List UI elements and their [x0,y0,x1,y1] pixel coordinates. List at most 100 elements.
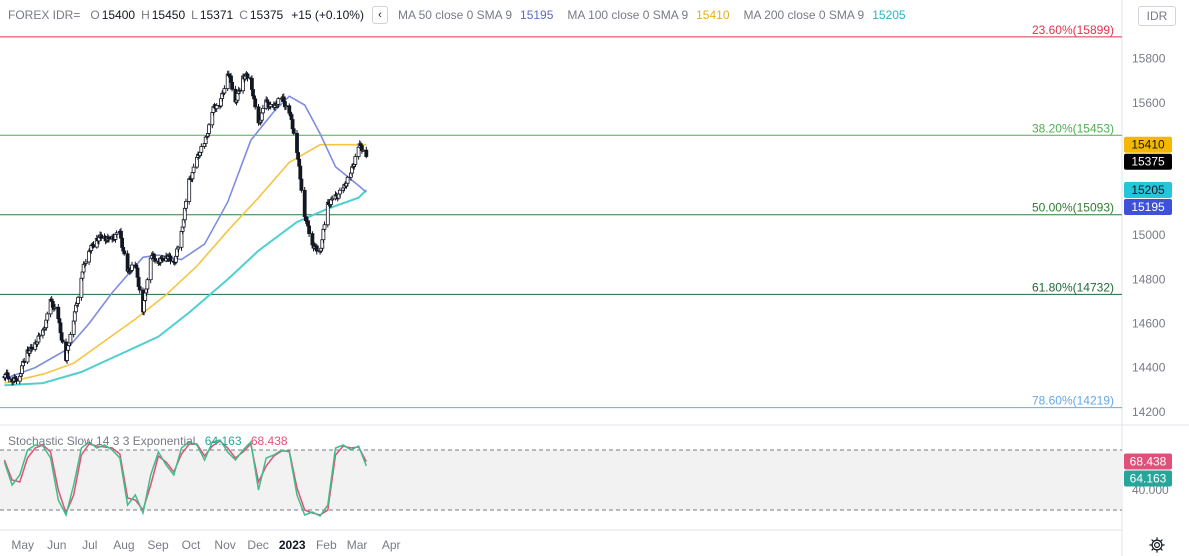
candle [302,186,307,219]
stochastic-d-value: 68.438 [250,434,288,448]
price-tick-label: 14200 [1132,405,1166,419]
candle-body [130,264,134,271]
candle-body [83,261,88,264]
stochastic-badge-label: 68.438 [1130,455,1167,469]
fib-level-label: 50.00%(15093) [1032,201,1114,215]
fib-level-label: 78.60%(14219) [1032,394,1114,408]
candle-body [276,98,281,105]
candle-body [322,224,327,230]
candle-body [191,166,196,173]
candle-body [330,198,335,201]
candle-body [91,244,96,248]
time-axis-label: Dec [247,538,268,552]
candle-body [260,107,265,114]
candle-body [76,296,80,304]
time-axis-label: Mar [347,538,368,552]
candle-body [199,146,204,153]
stochastic-title: Stochastic Slow 14 3 3 Exponential [8,434,196,448]
candle-body [302,189,307,218]
candle-body [14,378,19,382]
time-axis-label: Aug [113,538,134,552]
stochastic-band [0,450,1122,510]
candle-body [22,361,27,363]
candle [307,223,312,238]
candle-body [237,89,242,92]
price-badge-label: 15205 [1131,183,1165,197]
price-tick-label: 15600 [1132,96,1166,110]
time-axis-label: 2023 [279,538,306,552]
ma100-line [4,143,367,384]
candle-body [337,189,342,195]
price-badge-label: 15375 [1131,155,1165,169]
candle-body [53,306,57,309]
candle-body [345,176,350,184]
candle-body [160,258,165,262]
candle-body [299,178,304,191]
candle-body [307,225,312,235]
candle-body [6,376,11,380]
time-axis-label: Jun [47,538,66,552]
stochastic-badge-label: 64.163 [1130,472,1167,486]
candle-body [29,346,34,350]
fib-level-label: 38.20%(15453) [1032,121,1114,135]
gear-icon[interactable] [1148,536,1166,554]
candle-body [114,232,119,235]
time-axis-label: Oct [182,538,201,552]
candle-body [37,334,42,337]
candle-body [353,156,358,165]
time-axis-label: Jul [82,538,97,552]
price-tick-label: 14600 [1132,316,1166,330]
fib-level-label: 61.80%(14732) [1032,280,1114,294]
price-badge-label: 15195 [1131,200,1165,214]
candle-body [148,257,153,281]
candle [191,163,196,175]
candle-body [245,73,250,79]
candle [245,72,250,82]
candle-body [214,105,219,110]
price-tick-label: 15800 [1132,52,1166,66]
price-tick-label: 14400 [1132,361,1166,375]
candle [187,176,192,205]
candle [148,256,153,284]
candle-body [122,250,127,255]
time-axis-label: May [11,538,34,552]
candle [260,104,265,115]
candle-body [222,88,227,94]
candle-body [60,339,65,343]
time-axis-label: Sep [147,538,169,552]
stochastic-legend: Stochastic Slow 14 3 3 Exponential 64.16… [8,434,288,448]
candle-body [187,178,192,202]
time-axis-label: Feb [316,538,337,552]
candle-body [107,236,111,240]
fib-level-label: 23.60%(15899) [1032,23,1114,37]
candle-body [284,105,288,108]
price-tick-label: 15000 [1132,228,1166,242]
candle-body [79,277,84,298]
candle-body [268,103,273,107]
candle-body [291,128,296,134]
candle-body [145,279,150,290]
candle-body [364,149,369,157]
candle-body [99,234,104,239]
candle-body [183,201,188,209]
candle-body [207,124,211,134]
time-axis-label: Apr [382,538,401,552]
stochastic-k-value: 64.163 [204,434,242,448]
candle-body [314,245,319,252]
candle-body [68,334,73,344]
candle-body [153,258,158,262]
price-chart[interactable]: 1420014400146001480015000152001540015600… [0,0,1189,556]
price-badge-label: 15410 [1131,138,1165,152]
candle-body [168,255,173,262]
price-tick-label: 14800 [1132,272,1166,286]
candle-body [361,149,365,152]
candle-body [137,286,142,291]
candle-body [230,82,235,90]
candle [364,146,369,159]
candlestick-series [2,70,369,386]
candle-body [45,313,50,321]
candle-body [253,98,258,108]
candle-body [176,246,181,250]
candle-body [142,300,147,313]
time-axis-label: Nov [214,538,235,552]
